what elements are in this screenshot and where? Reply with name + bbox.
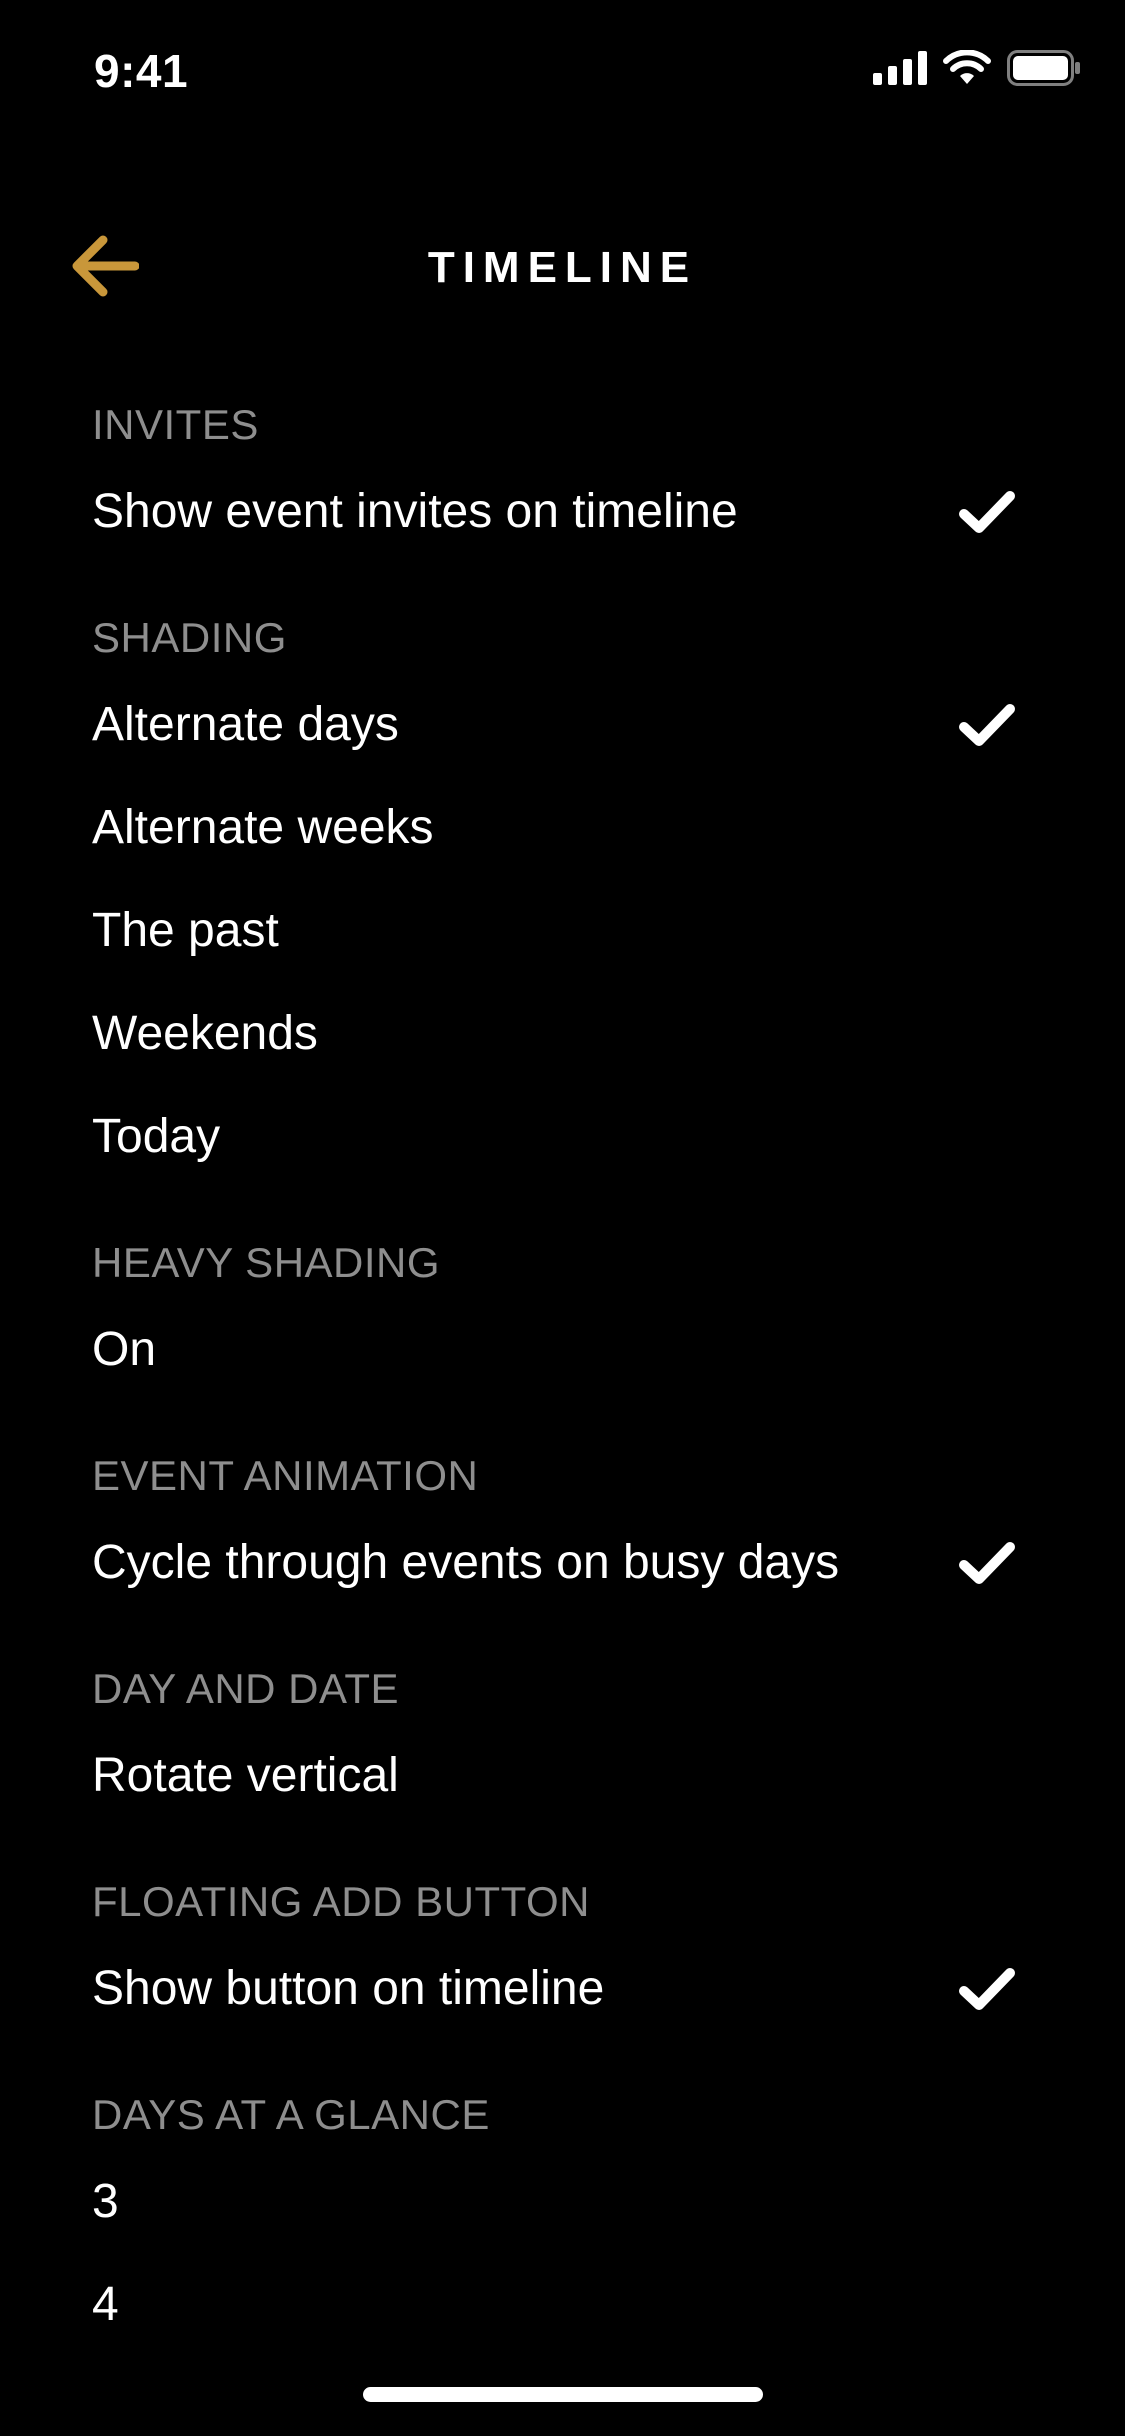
section-header: DAY AND DATE bbox=[92, 1665, 400, 1712]
section-days-at-a-glance: DAYS AT A GLANCE 3 4 bbox=[0, 2080, 1125, 2356]
option-cycle-events[interactable]: Cycle through events on busy days bbox=[0, 1511, 1125, 1614]
option-label: 4 bbox=[92, 2278, 119, 2331]
page-title: TIMELINE bbox=[427, 243, 698, 292]
option-label: Alternate days bbox=[92, 698, 399, 751]
option-show-button-on-timeline[interactable]: Show button on timeline bbox=[0, 1937, 1125, 2040]
option-label: Show button on timeline bbox=[92, 1962, 605, 2015]
battery-icon bbox=[1007, 50, 1081, 91]
option-heavy-shading-on[interactable]: On bbox=[0, 1298, 1125, 1401]
option-alternate-weeks[interactable]: Alternate weeks bbox=[0, 776, 1125, 879]
option-label: Alternate weeks bbox=[92, 801, 434, 854]
section-header: SHADING bbox=[92, 614, 287, 661]
section-header: DAYS AT A GLANCE bbox=[92, 2091, 490, 2138]
checkmark-icon bbox=[959, 1511, 1015, 1614]
option-label: Cycle through events on busy days bbox=[92, 1536, 840, 1589]
wifi-icon bbox=[943, 49, 991, 91]
option-label: Today bbox=[92, 1110, 221, 1163]
section-header: FLOATING ADD BUTTON bbox=[92, 1878, 590, 1925]
option-days-3[interactable]: 3 bbox=[0, 2150, 1125, 2253]
status-bar: 9:41 bbox=[0, 0, 1125, 135]
section-header: INVITES bbox=[92, 401, 259, 448]
navigation-bar: TIMELINE bbox=[0, 215, 1125, 315]
option-weekends[interactable]: Weekends bbox=[0, 982, 1125, 1085]
option-alternate-days[interactable]: Alternate days bbox=[0, 673, 1125, 776]
option-label: The past bbox=[92, 904, 279, 957]
option-label: Weekends bbox=[92, 1007, 318, 1060]
section-floating-add-button: FLOATING ADD BUTTON Show button on timel… bbox=[0, 1867, 1125, 2040]
option-rotate-vertical[interactable]: Rotate vertical bbox=[0, 1724, 1125, 1827]
cellular-signal-icon bbox=[873, 51, 927, 90]
option-label: Show event invites on timeline bbox=[92, 485, 738, 538]
option-label: On bbox=[92, 1323, 157, 1376]
status-icons bbox=[873, 49, 1081, 91]
section-invites: INVITES Show event invites on timeline bbox=[0, 390, 1125, 563]
section-header: HEAVY SHADING bbox=[92, 1239, 441, 1286]
section-day-and-date: DAY AND DATE Rotate vertical bbox=[0, 1654, 1125, 1827]
checkmark-icon bbox=[959, 460, 1015, 563]
checkmark-icon bbox=[959, 1937, 1015, 2040]
home-indicator[interactable] bbox=[363, 2387, 763, 2402]
section-header: EVENT ANIMATION bbox=[92, 1452, 479, 1499]
option-the-past[interactable]: The past bbox=[0, 879, 1125, 982]
option-label: 3 bbox=[92, 2175, 119, 2228]
section-event-animation: EVENT ANIMATION Cycle through events on … bbox=[0, 1441, 1125, 1614]
section-shading: SHADING Alternate days Alternate weeks T… bbox=[0, 603, 1125, 1188]
settings-list: INVITES Show event invites on timeline S… bbox=[0, 390, 1125, 2396]
option-days-4[interactable]: 4 bbox=[0, 2253, 1125, 2356]
option-today[interactable]: Today bbox=[0, 1085, 1125, 1188]
status-time: 9:41 bbox=[94, 45, 189, 97]
checkmark-icon bbox=[959, 673, 1015, 776]
section-heavy-shading: HEAVY SHADING On bbox=[0, 1228, 1125, 1401]
option-show-event-invites[interactable]: Show event invites on timeline bbox=[0, 460, 1125, 563]
option-label: Rotate vertical bbox=[92, 1749, 399, 1802]
